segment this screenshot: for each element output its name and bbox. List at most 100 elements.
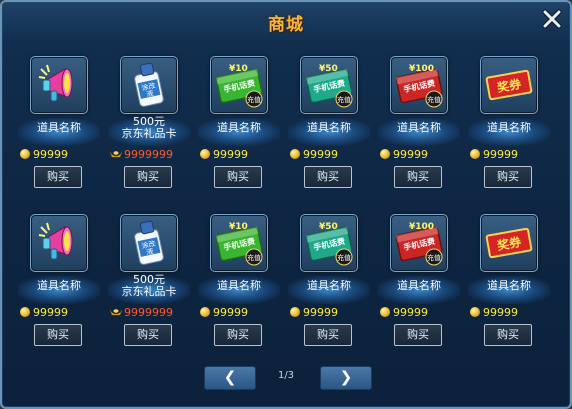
item-name: 道具名称 xyxy=(466,122,552,134)
item-slot[interactable] xyxy=(30,56,88,114)
coin-icon xyxy=(200,307,210,317)
shop-item: 奖券道具名称 99999 购买 xyxy=(466,52,556,192)
item-name-line: 道具名称 xyxy=(37,121,81,134)
buy-button[interactable]: 购买 xyxy=(304,324,352,346)
item-name-line: 道具名称 xyxy=(37,279,81,292)
item-slot[interactable]: 手机话费 ¥10 充值 xyxy=(210,56,268,114)
shop-item: 手机话费 ¥10 充值 道具名称 99999 购买 xyxy=(196,52,286,192)
price-value: 99999 xyxy=(33,306,68,319)
svg-text:¥10: ¥10 xyxy=(229,64,248,74)
buy-button[interactable]: 购买 xyxy=(124,324,172,346)
price-value: 99999 xyxy=(213,306,248,319)
buy-button[interactable]: 购买 xyxy=(394,324,442,346)
gold-ingot-icon xyxy=(109,306,123,316)
item-name-line: 道具名称 xyxy=(397,279,441,292)
price-value: 99999 xyxy=(483,306,518,319)
item-price: 99999 xyxy=(290,148,338,162)
item-name-line: 道具名称 xyxy=(487,121,531,134)
buy-button[interactable]: 购买 xyxy=(214,166,262,188)
item-row-1: 道具名称 99999 购买 涂改液 500元 京东礼品卡 9999999 购买 手机话费 ¥10 充… xyxy=(16,52,556,192)
item-price: 99999 xyxy=(200,306,248,320)
item-slot[interactable]: 奖券 xyxy=(480,56,538,114)
item-slot[interactable]: 手机话费 ¥50 充值 xyxy=(300,56,358,114)
item-price: 99999 xyxy=(470,148,518,162)
coin-icon xyxy=(470,307,480,317)
shop-item: 涂改液 500元 京东礼品卡 9999999 购买 xyxy=(106,52,196,192)
item-row-2: 道具名称 99999 购买 涂改液 500元 京东礼品卡 9999999 购买 手机话费 ¥10 充… xyxy=(16,210,556,350)
item-price: 99999 xyxy=(20,306,68,320)
item-price: 99999 xyxy=(200,148,248,162)
item-slot[interactable]: 手机话费 ¥100 充值 xyxy=(390,56,448,114)
price-value: 99999 xyxy=(393,306,428,319)
item-price: 99999 xyxy=(470,306,518,320)
buy-button[interactable]: 购买 xyxy=(484,166,532,188)
item-name-line: 京东礼品卡 xyxy=(121,127,177,140)
item-name-line: 道具名称 xyxy=(487,279,531,292)
shop-item: 道具名称 99999 购买 xyxy=(16,52,106,192)
shop-item: 奖券道具名称 99999 购买 xyxy=(466,210,556,350)
item-price: 99999 xyxy=(380,148,428,162)
page-indicator: 1/3 xyxy=(277,370,295,381)
item-slot[interactable]: 涂改液 xyxy=(120,214,178,272)
svg-text:¥50: ¥50 xyxy=(319,222,338,232)
coin-icon xyxy=(380,149,390,159)
shop-item: 手机话费 ¥100 充值 道具名称 99999 购买 xyxy=(376,210,466,350)
shop-item: 道具名称 99999 购买 xyxy=(16,210,106,350)
gold-ingot-icon xyxy=(109,148,123,158)
window-title: 商城 xyxy=(268,15,304,35)
item-slot[interactable]: 手机话费 ¥10 充值 xyxy=(210,214,268,272)
item-name: 道具名称 xyxy=(196,280,282,292)
item-price: 99999 xyxy=(20,148,68,162)
buy-button[interactable]: 购买 xyxy=(214,324,262,346)
buy-button[interactable]: 购买 xyxy=(304,166,352,188)
buy-button[interactable]: 购买 xyxy=(34,166,82,188)
price-value: 99999 xyxy=(33,148,68,161)
item-name-line: 道具名称 xyxy=(397,121,441,134)
coin-icon xyxy=(200,149,210,159)
chevron-right-icon: ❯ xyxy=(339,368,353,386)
buy-button[interactable]: 购买 xyxy=(484,324,532,346)
item-slot[interactable]: 奖券 xyxy=(480,214,538,272)
svg-text:充值: 充值 xyxy=(247,95,261,104)
item-name-line: 道具名称 xyxy=(217,121,261,134)
coin-icon xyxy=(290,307,300,317)
item-name: 500元 京东礼品卡 xyxy=(106,116,192,140)
price-value: 9999999 xyxy=(124,306,173,319)
item-slot[interactable]: 涂改液 xyxy=(120,56,178,114)
item-name: 道具名称 xyxy=(376,122,462,134)
svg-text:¥50: ¥50 xyxy=(319,64,338,74)
next-page-button[interactable]: ❯ xyxy=(320,366,372,390)
item-name: 道具名称 xyxy=(196,122,282,134)
item-name: 道具名称 xyxy=(286,280,372,292)
buy-button[interactable]: 购买 xyxy=(394,166,442,188)
item-name-line: 道具名称 xyxy=(307,121,351,134)
coin-icon xyxy=(470,149,480,159)
svg-text:充值: 充值 xyxy=(427,95,441,104)
item-slot[interactable] xyxy=(30,214,88,272)
item-price: 9999999 xyxy=(109,306,173,320)
buy-button[interactable]: 购买 xyxy=(124,166,172,188)
prev-page-button[interactable]: ❮ xyxy=(204,366,256,390)
item-name: 道具名称 xyxy=(16,280,102,292)
price-value: 9999999 xyxy=(124,148,173,161)
svg-text:¥100: ¥100 xyxy=(409,222,434,232)
chevron-left-icon: ❮ xyxy=(223,368,237,386)
svg-text:充值: 充值 xyxy=(337,95,351,104)
coin-icon xyxy=(380,307,390,317)
shop-window: 商城 道具名称 99999 购买 涂改液 500元 京东礼品卡 9999999 购买 手机话费 ¥… xyxy=(0,0,572,409)
price-value: 99999 xyxy=(213,148,248,161)
close-icon[interactable] xyxy=(540,7,564,31)
item-name: 道具名称 xyxy=(16,122,102,134)
item-slot[interactable]: 手机话费 ¥100 充值 xyxy=(390,214,448,272)
item-name: 500元 京东礼品卡 xyxy=(106,274,192,298)
item-slot[interactable]: 手机话费 ¥50 充值 xyxy=(300,214,358,272)
svg-text:¥100: ¥100 xyxy=(409,64,434,74)
item-name-line: 京东礼品卡 xyxy=(121,285,177,298)
price-value: 99999 xyxy=(483,148,518,161)
shop-item: 手机话费 ¥10 充值道具名称 99999 购买 xyxy=(196,210,286,350)
svg-text:充值: 充值 xyxy=(427,253,441,262)
item-price: 9999999 xyxy=(109,148,173,162)
buy-button[interactable]: 购买 xyxy=(34,324,82,346)
coin-icon xyxy=(20,149,30,159)
item-name-line: 道具名称 xyxy=(307,279,351,292)
